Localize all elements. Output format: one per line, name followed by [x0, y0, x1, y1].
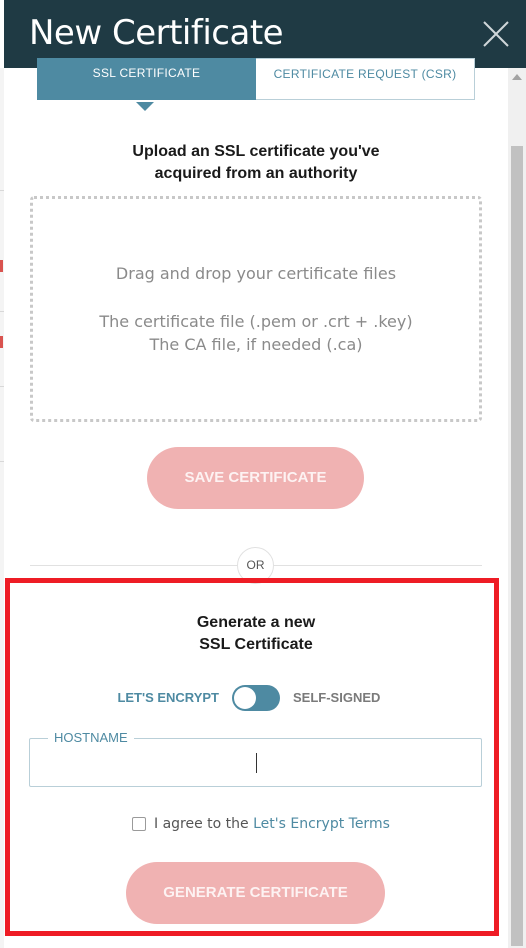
scroll-up-arrow-icon[interactable]	[512, 74, 522, 80]
certificate-type-switch[interactable]	[232, 685, 280, 711]
upload-heading-line-2: acquired from an authority	[154, 165, 358, 182]
active-tab-pointer	[136, 102, 154, 111]
generate-heading-line-2: SSL Certificate	[199, 636, 313, 653]
modal-title: New Certificate	[29, 13, 284, 53]
save-certificate-button[interactable]: SAVE CERTIFICATE	[147, 447, 364, 509]
tab-ssl-certificate[interactable]: SSL CERTIFICATE	[37, 58, 256, 100]
tab-certificate-request[interactable]: CERTIFICATE REQUEST (CSR)	[256, 58, 475, 100]
switch-knob	[234, 687, 256, 709]
certificate-type-toggle-row: LET'S ENCRYPT SELF-SIGNED	[30, 684, 482, 712]
text-caret	[256, 753, 257, 773]
self-signed-label[interactable]: SELF-SIGNED	[293, 690, 380, 705]
scrollbar-thumb[interactable]	[511, 146, 523, 946]
upload-heading: Upload an SSL certificate you've acquire…	[30, 141, 482, 185]
agree-terms-checkbox[interactable]	[132, 817, 146, 831]
generate-certificate-button[interactable]: GENERATE CERTIFICATE	[126, 862, 385, 924]
lets-encrypt-terms-link[interactable]: Let's Encrypt Terms	[253, 816, 390, 832]
scrollbar[interactable]	[508, 68, 526, 948]
hostname-field[interactable]: HOSTNAME	[29, 730, 482, 787]
agree-prefix: I agree to the	[154, 816, 254, 832]
lets-encrypt-label[interactable]: LET'S ENCRYPT	[117, 690, 219, 705]
upload-heading-line-1: Upload an SSL certificate you've	[132, 143, 380, 160]
background-page-edge	[0, 68, 4, 948]
certificate-tabs: SSL CERTIFICATE CERTIFICATE REQUEST (CSR…	[37, 58, 475, 102]
dropzone-file-hint-2: The CA file, if needed (.ca)	[149, 335, 363, 354]
terms-agreement-row: I agree to the Let's Encrypt Terms	[30, 815, 482, 835]
agree-terms-text: I agree to the Let's Encrypt Terms	[154, 816, 390, 832]
dropzone-file-hint-1: The certificate file (.pem or .crt + .ke…	[99, 312, 413, 331]
close-icon[interactable]	[482, 20, 510, 48]
generate-heading-line-1: Generate a new	[196, 614, 316, 631]
generate-heading: Generate a new SSL Certificate	[30, 612, 482, 656]
dropzone-instruction: Drag and drop your certificate files	[115, 264, 397, 283]
certificate-dropzone[interactable]: Drag and drop your certificate files The…	[30, 196, 482, 422]
hostname-label: HOSTNAME	[48, 730, 134, 746]
